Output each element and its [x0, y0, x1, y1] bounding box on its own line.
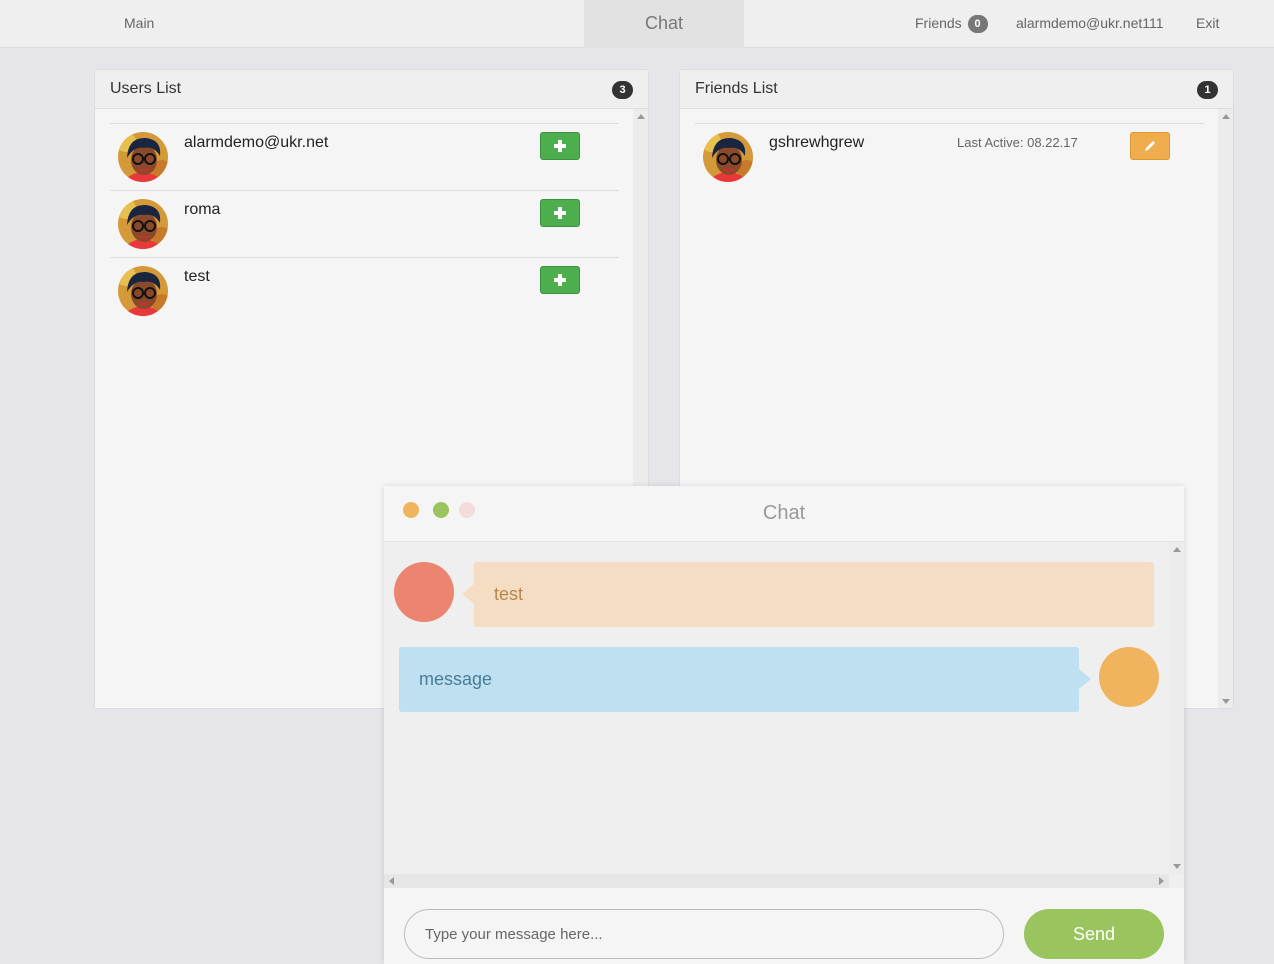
outgoing-avatar	[1099, 647, 1159, 707]
friends-count-badge-panel: 1	[1197, 81, 1218, 99]
last-active-text: Last Active: 08.22.17	[957, 135, 1078, 150]
top-navbar: Main Chat Friends 0 alarmdemo@ukr.net111…	[0, 0, 1274, 48]
message-input[interactable]	[404, 909, 1004, 959]
scroll-right-icon[interactable]	[1159, 877, 1164, 885]
nav-main-link[interactable]: Main	[124, 15, 154, 31]
list-item: alarmdemo@ukr.net	[110, 123, 619, 190]
plus-icon	[554, 140, 566, 152]
messages-scrollbar[interactable]	[1169, 542, 1184, 874]
scroll-up-icon[interactable]	[1222, 114, 1230, 119]
user-name: alarmdemo@ukr.net	[184, 134, 329, 151]
friends-panel-header: Friends List 1	[680, 70, 1233, 109]
message-composer: Send	[384, 888, 1184, 964]
list-item: test	[110, 257, 619, 324]
friend-name: gshrewhgrew	[769, 134, 865, 151]
message-list: test message	[384, 542, 1169, 874]
friends-panel-title: Friends List	[695, 80, 778, 97]
avatar	[118, 266, 168, 316]
edit-friend-button[interactable]	[1130, 132, 1170, 160]
scroll-left-icon[interactable]	[389, 877, 394, 885]
nav-user-link[interactable]: alarmdemo@ukr.net111	[1016, 15, 1164, 31]
scroll-up-icon[interactable]	[637, 114, 645, 119]
chat-header: Chat	[384, 486, 1184, 542]
add-friend-button[interactable]	[540, 266, 580, 294]
friends-count-badge: 0	[967, 15, 988, 33]
scroll-up-icon[interactable]	[1173, 547, 1181, 552]
nav-exit-link[interactable]: Exit	[1196, 15, 1219, 31]
chat-title: Chat	[762, 502, 806, 524]
nav-friends-link[interactable]: Friends 0	[915, 15, 988, 33]
scroll-down-icon[interactable]	[1222, 699, 1230, 704]
messages-horizontal-scrollbar[interactable]	[384, 874, 1169, 888]
users-count-badge: 3	[612, 81, 633, 99]
users-panel-title: Users List	[110, 80, 182, 97]
friends-scrollbar[interactable]	[1218, 109, 1233, 708]
pencil-icon	[1145, 141, 1155, 151]
users-panel-header: Users List 3	[95, 70, 648, 109]
incoming-avatar	[394, 562, 454, 622]
users-list: alarmdemo@ukr.net roma test	[110, 123, 619, 324]
outgoing-message: message	[399, 647, 1091, 712]
scroll-down-icon[interactable]	[1173, 864, 1181, 869]
avatar	[118, 132, 168, 182]
add-friend-button[interactable]	[540, 199, 580, 227]
plus-icon	[554, 207, 566, 219]
avatar	[703, 132, 753, 182]
user-name: roma	[184, 201, 221, 218]
list-item: gshrewhgrew Last Active: 08.22.17	[695, 123, 1204, 190]
incoming-message: test	[462, 562, 1154, 627]
friends-list: gshrewhgrew Last Active: 08.22.17	[695, 123, 1204, 190]
send-button[interactable]: Send	[1024, 909, 1164, 959]
list-item: roma	[110, 190, 619, 257]
add-friend-button[interactable]	[540, 132, 580, 160]
plus-icon	[554, 274, 566, 286]
nav-friends-label: Friends	[915, 15, 962, 31]
nav-chat-tab[interactable]: Chat	[584, 0, 744, 48]
chat-window: Chat test message Send	[384, 486, 1184, 964]
avatar	[118, 199, 168, 249]
user-name: test	[184, 268, 210, 285]
